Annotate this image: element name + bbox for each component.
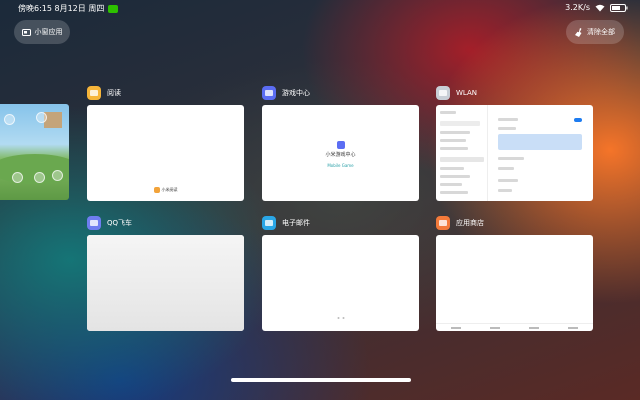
app-name: WLAN [456, 89, 478, 97]
status-time-date: 傍晚6:15 8月12日 周四 [18, 4, 105, 13]
wlan-row [498, 127, 516, 130]
wlan-row [498, 179, 518, 182]
connected-network-row [498, 134, 582, 150]
card-header: 电子邮件 [262, 215, 419, 231]
wlan-toggle [574, 118, 582, 122]
recent-app-card-reading[interactable]: 阅读 小米阅读 [87, 85, 244, 201]
game-control-button[interactable] [52, 170, 63, 181]
small-window-apps-button[interactable]: 小窗应用 [14, 20, 70, 44]
qq-speed-icon [87, 216, 101, 230]
game-control-button[interactable] [34, 172, 45, 183]
game-center-logo-icon [336, 141, 345, 149]
wlan-row [498, 157, 524, 160]
sidebar-line [440, 167, 464, 170]
app-thumbnail[interactable] [262, 235, 419, 331]
sidebar-line [440, 147, 468, 150]
sidebar-line [440, 139, 466, 142]
app-thumbnail[interactable]: 小米阅读 [87, 105, 244, 201]
sidebar-line [440, 111, 456, 114]
settings-sidebar [436, 105, 488, 201]
sidebar-line [440, 175, 470, 178]
app-name: 应用商店 [456, 219, 484, 227]
store-tab-bar [436, 323, 593, 331]
wechat-notification-icon [108, 4, 119, 13]
game-center-splash: 小米游戏中心 Mobile Game [325, 141, 356, 168]
clear-all-label: 清除全部 [587, 28, 615, 36]
app-thumbnail[interactable] [87, 235, 244, 331]
reading-splash-logo: 小米阅读 [153, 187, 178, 193]
recent-app-card-email[interactable]: 电子邮件 [262, 215, 419, 331]
recent-app-card-wlan[interactable]: WLAN [436, 85, 593, 201]
card-header: 应用商店 [436, 215, 593, 231]
network-speed: 3.2K/s [565, 3, 590, 12]
status-right: 3.2K/s [565, 3, 628, 12]
game-control-button[interactable] [36, 112, 47, 123]
blank-screen [87, 235, 244, 331]
sidebar-search [440, 121, 480, 126]
game-control-button[interactable] [12, 172, 23, 183]
game-scene-building [44, 112, 62, 128]
app-name: QQ飞车 [107, 219, 133, 227]
email-icon [262, 216, 276, 230]
home-indicator[interactable] [231, 378, 411, 382]
splash-title: 小米游戏中心 [325, 152, 356, 158]
floating-game-window[interactable] [0, 104, 69, 200]
book-icon [87, 86, 101, 100]
status-left: 傍晚6:15 8月12日 周四 [18, 3, 119, 14]
sidebar-line [440, 131, 470, 134]
broom-icon [575, 27, 582, 37]
recent-app-card-game-center[interactable]: 游戏中心 小米游戏中心 Mobile Game [262, 85, 419, 201]
app-thumbnail[interactable] [436, 105, 593, 201]
game-control-button[interactable] [4, 114, 15, 125]
card-header: WLAN [436, 85, 593, 101]
app-thumbnail[interactable] [436, 235, 593, 331]
wlan-row [498, 167, 514, 170]
reading-logo-icon [153, 187, 160, 193]
recent-app-card-qq-speed[interactable]: QQ飞车 [87, 215, 244, 331]
clear-all-button[interactable]: 清除全部 [566, 20, 624, 44]
card-header: 游戏中心 [262, 85, 419, 101]
wifi-icon [595, 4, 605, 12]
app-store-icon [436, 216, 450, 230]
game-center-icon [262, 86, 276, 100]
small-window-label: 小窗应用 [34, 28, 63, 36]
card-header: 阅读 [87, 85, 244, 101]
reading-logo-text: 小米阅读 [161, 187, 178, 192]
wlan-row [498, 189, 512, 192]
battery-icon [610, 3, 628, 12]
recent-app-card-app-store[interactable]: 应用商店 [436, 215, 593, 331]
card-header: QQ飞车 [87, 215, 244, 231]
app-name: 电子邮件 [282, 219, 310, 227]
status-bar: 傍晚6:15 8月12日 周四 3.2K/s [0, 0, 640, 16]
small-window-icon [21, 28, 31, 36]
wlan-row [498, 118, 518, 121]
app-thumbnail[interactable]: 小米游戏中心 Mobile Game [262, 105, 419, 201]
splash-subtitle: Mobile Game [327, 163, 354, 168]
sidebar-selected [440, 157, 484, 162]
settings-gear-icon [436, 86, 450, 100]
app-name: 阅读 [107, 89, 121, 97]
app-name: 游戏中心 [282, 89, 310, 97]
sidebar-line [440, 191, 468, 194]
loading-dots [337, 317, 344, 319]
sidebar-line [440, 183, 462, 186]
